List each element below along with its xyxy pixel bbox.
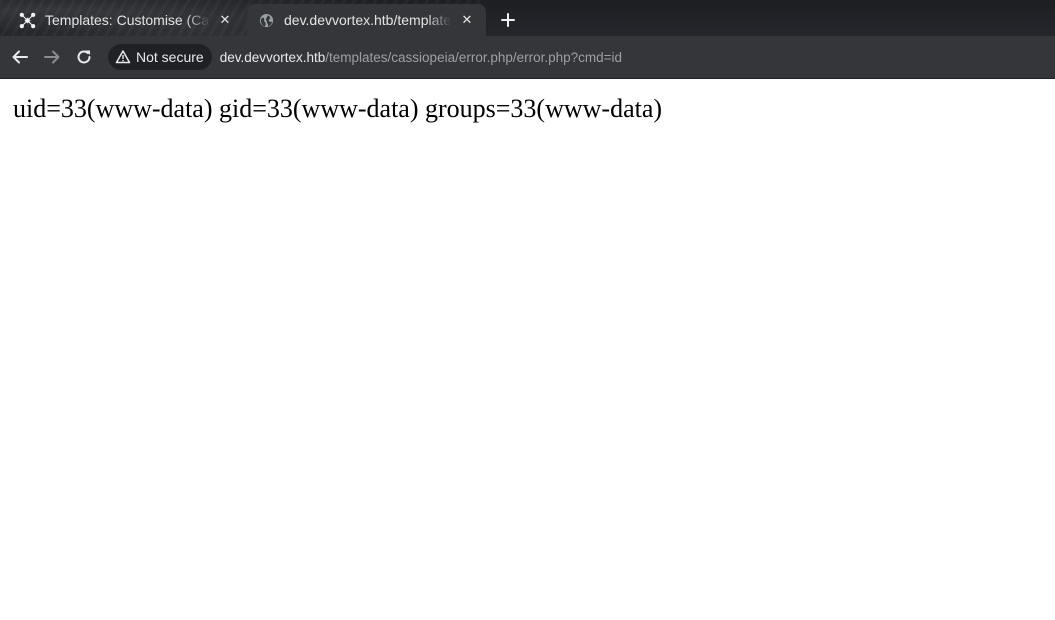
command-output: uid=33(www-data) gid=33(www-data) groups… [13, 94, 663, 123]
close-icon[interactable]: ✕ [458, 11, 476, 29]
browser-toolbar: Not secure dev.devvortex.htb/templates/c… [0, 36, 1055, 79]
security-indicator[interactable]: Not secure [108, 44, 212, 70]
url-path: /templates/cassiopeia/error.php/error.ph… [325, 49, 623, 65]
tab-title: Templates: Customise (Cassiopeia) [45, 12, 210, 28]
tab-templates-customise[interactable]: Templates: Customise (Cassiopeia) ✕ [8, 4, 244, 36]
tab-strip: Templates: Customise (Cassiopeia) ✕ dev.… [0, 0, 1055, 36]
arrow-right-icon [44, 50, 60, 64]
close-icon[interactable]: ✕ [216, 11, 234, 29]
warning-triangle-icon [115, 49, 131, 65]
address-bar[interactable]: Not secure dev.devvortex.htb/templates/c… [108, 42, 1048, 72]
back-button[interactable] [4, 41, 36, 73]
new-tab-button[interactable] [496, 8, 520, 32]
page-content: uid=33(www-data) gid=33(www-data) groups… [0, 79, 1055, 620]
url-text[interactable]: dev.devvortex.htb/templates/cassiopeia/e… [220, 50, 622, 65]
globe-icon [257, 11, 275, 29]
security-label: Not secure [136, 49, 204, 65]
forward-button[interactable] [36, 41, 68, 73]
url-host: dev.devvortex.htb [219, 49, 326, 65]
reload-button[interactable] [68, 41, 100, 73]
reload-icon [77, 50, 91, 64]
tab-title: dev.devvortex.htb/templates/cassiopeia/e… [284, 12, 452, 28]
joomla-icon [18, 11, 36, 29]
plus-icon [501, 13, 515, 27]
tab-dev-devvortex[interactable]: dev.devvortex.htb/templates/cassiopeia/e… [247, 4, 486, 36]
arrow-left-icon [12, 50, 28, 64]
